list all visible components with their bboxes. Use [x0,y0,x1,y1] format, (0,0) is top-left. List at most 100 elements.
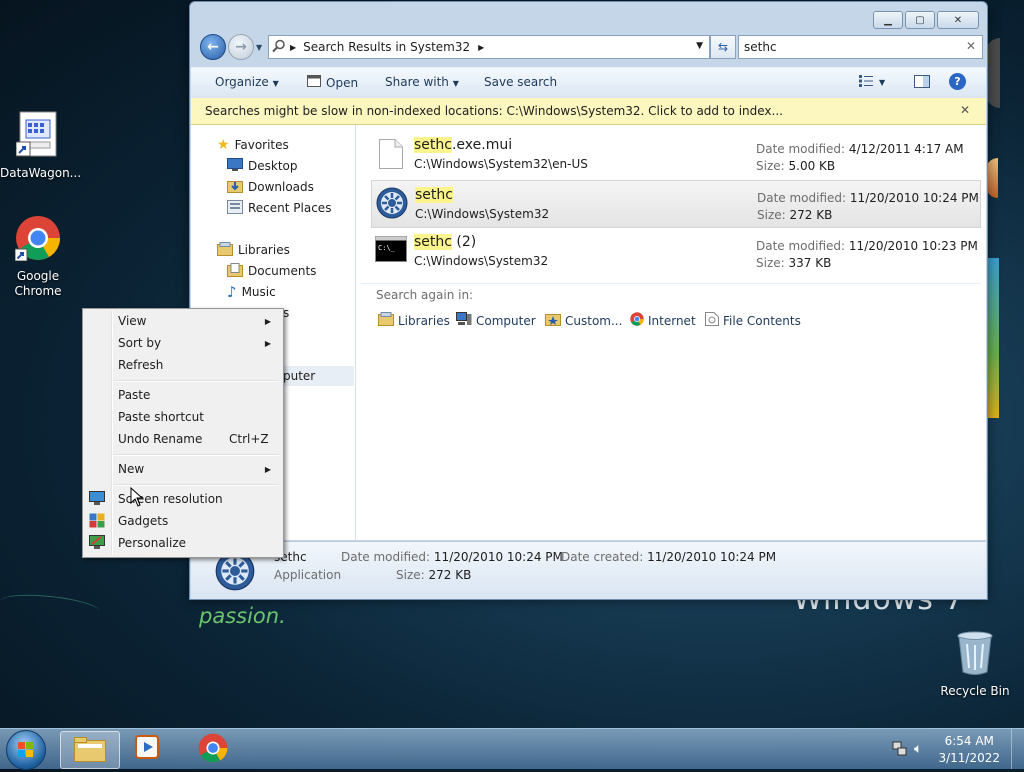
preview-pane-button[interactable] [914,75,930,91]
desktop-folder-icon [227,158,243,174]
taskbar-chrome[interactable] [184,731,242,767]
menu-item-view[interactable]: View ▶ [85,311,281,331]
minimize-button[interactable]: ▁ [873,11,903,29]
menu-item-undo-rename[interactable]: Undo Rename Ctrl+Z [85,429,281,449]
preview-pane-icon [914,75,930,91]
show-desktop-button[interactable] [1011,729,1024,769]
search-again-file-contents[interactable]: File Contents [705,312,801,329]
breadcrumb-separator[interactable]: ▶ [290,43,296,52]
nav-libraries[interactable]: Libraries [217,240,290,260]
menu-item-personalize[interactable]: Personalize [85,533,281,553]
close-icon: ✕ [953,14,963,26]
taskbar-explorer[interactable] [60,731,120,769]
recent-pages-dropdown[interactable]: ▼ [256,43,262,52]
maximize-button[interactable]: ▢ [905,11,935,29]
help-button[interactable]: ? [949,73,966,90]
nav-desktop[interactable]: Desktop [227,156,298,176]
submenu-arrow-icon: ▶ [264,316,271,326]
result-name-rest: .exe.mui [451,137,513,153]
result-date: Date modified: 11/20/2010 10:23 PM [756,239,978,253]
nav-label: Libraries [238,243,290,257]
index-warning-bar[interactable]: Searches might be slow in non-indexed lo… [191,98,986,125]
menu-separator [113,380,279,382]
change-view-button[interactable]: ▼ [859,75,885,90]
computer-icon [456,312,472,329]
start-button[interactable] [6,730,46,770]
details-type: Application [274,568,342,582]
open-button[interactable]: Open [307,75,358,90]
result-date: Date modified: 4/12/2011 4:17 AM [756,142,964,156]
nav-documents[interactable]: Documents [227,261,316,281]
search-again-computer[interactable]: Computer [456,312,536,329]
menu-item-sort-by[interactable]: Sort by ▶ [85,333,281,353]
personalize-icon [89,535,105,550]
desktop-icon-datawagon[interactable]: DataWagon... [0,110,81,181]
chrome-icon [198,733,228,766]
volume-icon[interactable]: 🔈︎ [914,741,922,757]
chrome-icon [0,215,76,265]
breadcrumb-segment[interactable]: Search Results in System32 [303,40,470,54]
custom-folder-icon [545,312,561,329]
close-infobar-icon[interactable]: ✕ [960,103,970,117]
menu-item-gadgets[interactable]: Gadgets [85,511,281,531]
nav-recent-places[interactable]: Recent Places [227,198,331,218]
separator [361,283,981,284]
save-search-button[interactable]: Save search [484,75,557,89]
svg-text:C:\_: C:\_ [378,244,396,252]
taskbar-media-player[interactable] [120,731,178,767]
search-input[interactable]: sethc [744,40,777,54]
organize-button[interactable]: Organize ▼ [215,75,279,89]
menu-item-new[interactable]: New ▶ [85,459,281,479]
chevron-down-icon: ▼ [452,79,459,88]
sethc-app-icon [376,187,408,222]
submenu-arrow-icon: ▶ [264,464,271,474]
search-again-custom[interactable]: Custom... [545,312,622,329]
nav-favorites[interactable]: ★ Favorites [217,135,289,155]
result-row-sethc-exe-mui[interactable]: sethc.exe.mui C:\Windows\System32\en-US … [371,131,979,177]
nav-label: Music [241,285,276,299]
nav-music[interactable]: ♪ Music [227,282,276,302]
result-path: C:\Windows\System32\en-US [414,157,588,171]
minimize-icon: ▁ [884,14,892,26]
arrow-right-icon: → [235,39,247,55]
search-again-internet[interactable]: Internet [630,312,696,329]
search-again-libraries[interactable]: Libraries [378,312,450,329]
clear-search-icon[interactable]: ✕ [966,39,976,53]
forward-button[interactable]: → [228,34,254,60]
result-row-sethc-2[interactable]: C:\_ sethc (2) C:\Windows\System32 Date … [371,228,979,274]
explorer-window[interactable]: ▁ ▢ ✕ ← → ▼ ▶ Search Results in System32… [189,1,988,600]
media-player-icon [135,734,163,764]
menu-item-paste[interactable]: Paste [85,385,281,405]
result-row-sethc[interactable]: sethc C:\Windows\System32 Date modified:… [371,180,981,228]
result-name-highlight: sethc [415,187,453,203]
menu-item-screen-resolution[interactable]: Screen resolution [85,489,281,509]
address-bar[interactable]: ▶ Search Results in System32 ▶ ▼ [268,35,710,59]
search-box[interactable]: sethc ✕ [738,35,983,59]
close-button[interactable]: ✕ [937,11,979,29]
gadget-clock-edge[interactable] [986,38,1000,108]
breadcrumb-separator[interactable]: ▶ [478,43,484,52]
clock[interactable]: 6:54 AM 3/11/2022 [938,733,1000,767]
nav-downloads[interactable]: Downloads [227,177,314,197]
result-date: Date modified: 11/20/2010 10:24 PM [757,191,979,205]
nav-label: Desktop [248,159,298,173]
menu-item-refresh[interactable]: Refresh [85,355,281,375]
desktop-icon-label: Recycle Bin [940,684,1010,698]
recycle-bin-icon [937,630,1013,680]
refresh-button[interactable]: ⇆ [710,35,736,59]
back-button[interactable]: ← [200,34,226,60]
address-dropdown-icon[interactable]: ▼ [696,41,703,51]
chevron-down-icon: ▼ [879,78,886,87]
nav-label: puter [283,369,316,383]
desktop-icon-recycle-bin[interactable]: Recycle Bin [937,630,1013,699]
menu-item-paste-shortcut[interactable]: Paste shortcut [85,407,281,427]
wallpaper-text-passion: passion. [199,604,286,628]
network-icon[interactable] [892,741,908,760]
save-search-label: Save search [484,75,558,89]
view-list-icon [859,75,873,90]
share-with-button[interactable]: Share with ▼ [385,75,459,89]
organize-label: Organize [215,75,269,89]
arrow-left-icon: ← [207,39,219,55]
details-pane: sethc Application Date modified: 11/20/2… [191,541,986,599]
desktop-icon-chrome[interactable]: Google Chrome [0,215,76,299]
